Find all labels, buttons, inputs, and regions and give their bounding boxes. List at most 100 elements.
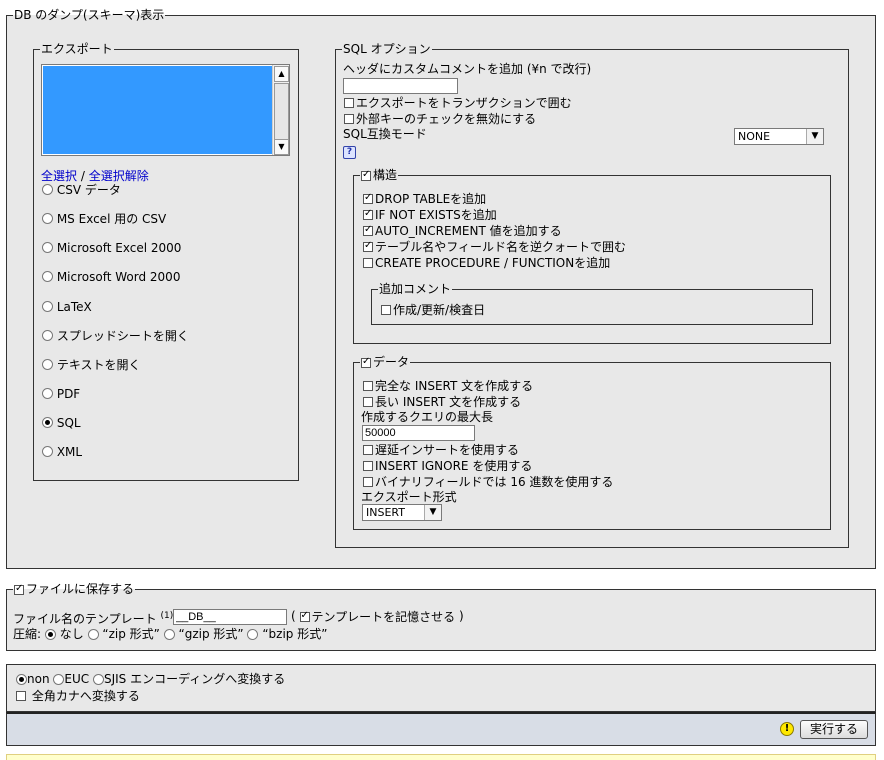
format-excel2000-radio[interactable] (42, 242, 53, 253)
scroll-up-icon[interactable]: ▲ (274, 66, 289, 82)
kana-row[interactable]: 全角カナへ変換する (16, 687, 140, 704)
dates-label: 作成/更新/検査日 (393, 302, 486, 317)
disable-fk[interactable]: 外部キーのチェックを無効にする (344, 110, 536, 127)
remember-row[interactable]: ( テンプレートを記憶させる ) (291, 608, 464, 625)
format-word2000-radio[interactable] (42, 271, 53, 282)
format-pdf-radio[interactable] (42, 388, 53, 399)
remember-open: ( (291, 609, 296, 623)
format-sql-radio[interactable] (42, 417, 53, 428)
format-csv-radio[interactable] (42, 184, 53, 195)
header-comment-label: ヘッダにカスタムコメントを追加 (¥n で改行) (343, 62, 592, 76)
structure-checkbox[interactable] (361, 169, 371, 181)
encoding-row: non EUC SJIS エンコーディングへ変換する (16, 671, 285, 687)
format-excel2000[interactable]: Microsoft Excel 2000 (42, 239, 181, 256)
max-query-label: 作成するクエリの最大長 (361, 410, 494, 424)
hex-binary[interactable]: バイナリフィールドでは 16 進数を使用する (363, 473, 613, 490)
encoding-sjis-radio[interactable] (92, 674, 104, 685)
filename-template-input[interactable] (173, 609, 287, 625)
save-checkbox[interactable] (14, 583, 24, 595)
encoding-non-label: non (27, 672, 50, 686)
format-latex-radio[interactable] (42, 301, 53, 312)
template-sup: (1) (160, 611, 174, 621)
drop-table[interactable]: DROP TABLEを追加 (363, 190, 486, 207)
compression-bzip-radio[interactable] (247, 629, 259, 640)
table-list-selection[interactable] (43, 66, 272, 154)
encoding-euc-radio[interactable] (53, 674, 65, 685)
table-listbox[interactable]: ▲ ▼ (41, 64, 290, 156)
compression-gzip-radio[interactable] (163, 629, 175, 640)
structure-legend[interactable]: 構造 (360, 168, 398, 182)
help-icon[interactable]: ? (343, 146, 356, 159)
max-query-input[interactable] (362, 425, 475, 441)
use-transaction-checkbox[interactable] (344, 97, 354, 108)
complete-insert-label: 完全な INSERT 文を作成する (375, 378, 534, 393)
extended-insert-checkbox[interactable] (363, 396, 373, 407)
format-pdf[interactable]: PDF (42, 385, 80, 402)
data-legend[interactable]: データ (360, 355, 410, 369)
format-csv-excel[interactable]: MS Excel 用の CSV (42, 210, 166, 227)
if-not-exists[interactable]: IF NOT EXISTSを追加 (363, 206, 497, 223)
procedure-function-label: CREATE PROCEDURE / FUNCTIONを追加 (375, 255, 611, 270)
use-transaction[interactable]: エクスポートをトランザクションで囲む (344, 94, 572, 111)
template-row: ファイル名のテンプレート (1): (13, 608, 177, 627)
if-not-exists-checkbox[interactable] (363, 208, 373, 220)
kana-checkbox[interactable] (16, 690, 26, 701)
complete-insert[interactable]: 完全な INSERT 文を作成する (363, 377, 533, 394)
auto-increment[interactable]: AUTO_INCREMENT 値を追加する (363, 222, 562, 239)
dates-checkbox[interactable] (381, 304, 391, 315)
go-button[interactable]: 実行する (800, 720, 868, 739)
lightbulb-icon: ! (780, 722, 794, 736)
compression-zip-radio[interactable] (87, 629, 99, 640)
compression-none-radio[interactable] (44, 629, 56, 640)
drop-table-label: DROP TABLEを追加 (375, 191, 487, 206)
format-latex[interactable]: LaTeX (42, 298, 92, 315)
complete-insert-checkbox[interactable] (363, 380, 373, 391)
header-comment-input[interactable] (343, 78, 458, 94)
encoding-non-radio[interactable] (16, 674, 27, 685)
auto-increment-checkbox[interactable] (363, 224, 373, 236)
dates-option[interactable]: 作成/更新/検査日 (381, 301, 485, 318)
format-xml-radio[interactable] (42, 446, 53, 457)
backquotes-checkbox[interactable] (363, 240, 373, 252)
remember-checkbox[interactable] (299, 610, 310, 622)
compression-gzip-label: “gzip 形式” (178, 627, 244, 641)
listbox-scrollbar[interactable]: ▲ ▼ (272, 65, 289, 155)
hex-binary-checkbox[interactable] (363, 476, 373, 487)
drop-table-checkbox[interactable] (363, 192, 373, 204)
data-checkbox[interactable] (361, 356, 371, 368)
format-word2000[interactable]: Microsoft Word 2000 (42, 268, 180, 285)
dump-legend: DB のダンプ(スキーマ)表示 (14, 8, 165, 22)
hex-binary-label: バイナリフィールドでは 16 進数を使用する (375, 474, 614, 489)
remember-label: テンプレートを記憶させる (311, 609, 456, 624)
format-sql[interactable]: SQL (42, 414, 81, 431)
insert-ignore-checkbox[interactable] (363, 460, 373, 471)
procedure-function[interactable]: CREATE PROCEDURE / FUNCTIONを追加 (363, 254, 610, 271)
backquotes[interactable]: テーブル名やフィールド名を逆クォートで囲む (363, 238, 626, 255)
delayed-insert[interactable]: 遅延インサートを使用する (363, 441, 519, 458)
format-csv[interactable]: CSV データ (42, 181, 121, 198)
encoding-suffix: エンコーディングへ変換する (130, 672, 286, 686)
extended-insert[interactable]: 長い INSERT 文を作成する (363, 393, 521, 410)
backquotes-label: テーブル名やフィールド名を逆クォートで囲む (375, 239, 627, 254)
save-legend[interactable]: ファイルに保存する (13, 582, 135, 596)
delayed-insert-checkbox[interactable] (363, 444, 373, 455)
scroll-down-icon[interactable]: ▼ (274, 139, 289, 155)
format-csv-excel-radio[interactable] (42, 213, 53, 224)
format-ods[interactable]: スプレッドシートを開く (42, 327, 189, 344)
format-ods-radio[interactable] (42, 330, 53, 341)
format-odt-radio[interactable] (42, 359, 53, 370)
format-xml[interactable]: XML (42, 443, 82, 460)
export-legend: エクスポート (41, 42, 113, 56)
insert-ignore[interactable]: INSERT IGNORE を使用する (363, 457, 532, 474)
disable-fk-label: 外部キーのチェックを無効にする (356, 111, 537, 126)
compat-select[interactable]: NONE ▼ (734, 128, 824, 145)
scroll-thumb[interactable] (274, 83, 289, 141)
procedure-function-checkbox[interactable] (363, 257, 373, 268)
format-word2000-label: Microsoft Word 2000 (56, 269, 181, 284)
export-type-label: エクスポート形式 (361, 490, 457, 504)
format-ods-label: スプレッドシートを開く (56, 328, 189, 343)
export-type-select[interactable]: INSERT ▼ (362, 504, 442, 521)
format-odt[interactable]: テキストを開く (42, 356, 140, 373)
encoding-euc-label: EUC (64, 672, 90, 686)
disable-fk-checkbox[interactable] (344, 113, 354, 124)
